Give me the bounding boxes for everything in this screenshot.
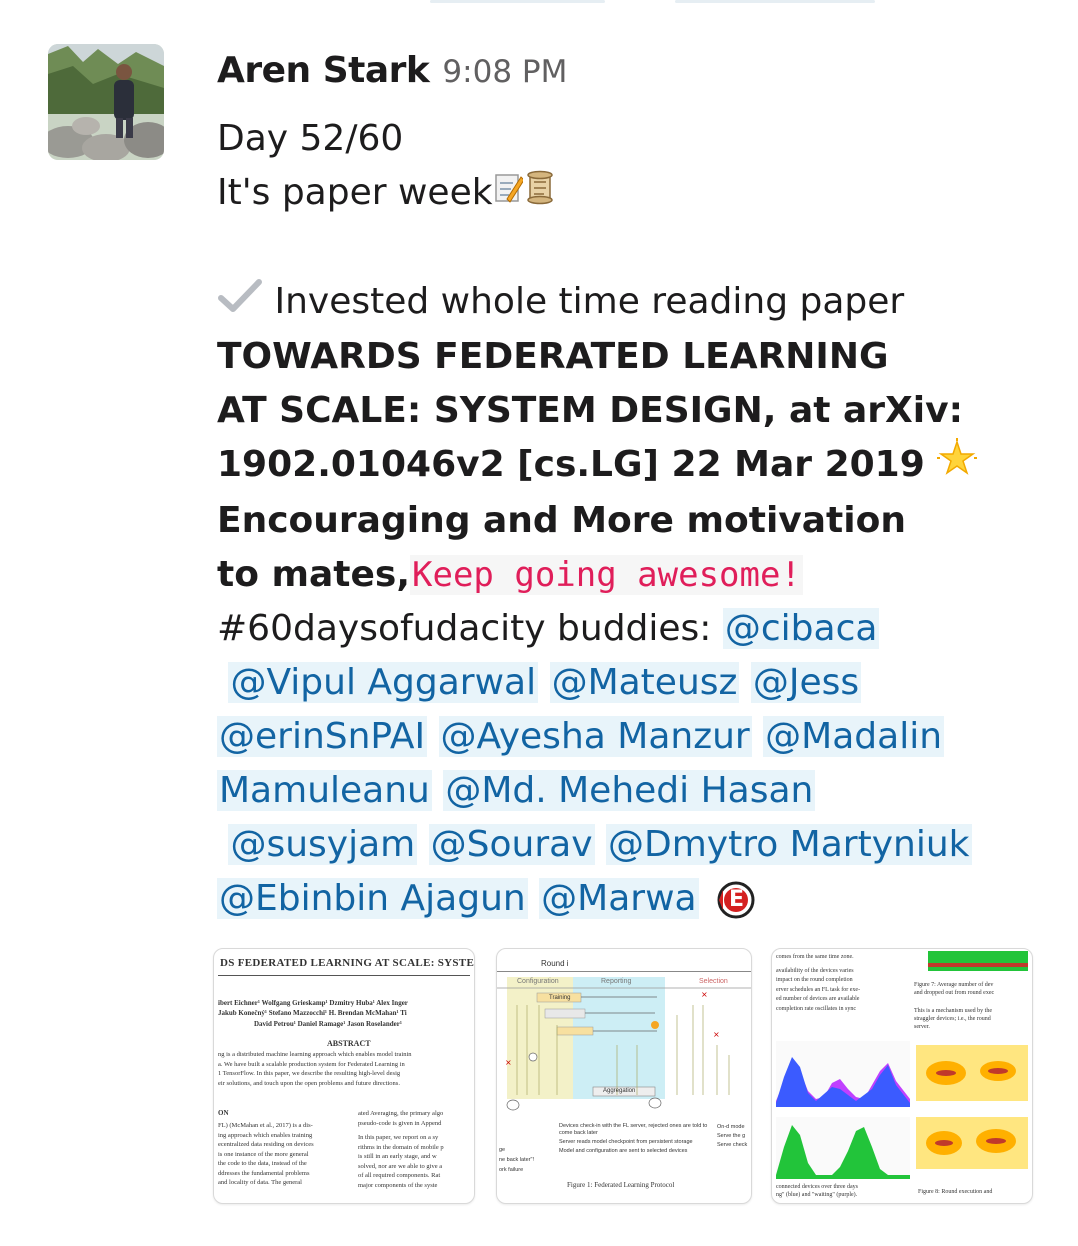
message-line: @Ebinbin Ajagun @Marwa E bbox=[217, 872, 1037, 926]
phase-label: Selection bbox=[699, 978, 728, 985]
user-mention[interactable]: @Vipul Aggarwal bbox=[228, 662, 539, 703]
figure-caption: connected devices over three days ng" (b… bbox=[776, 1184, 858, 1198]
user-mention[interactable]: Mamuleanu bbox=[217, 770, 432, 811]
heatmap-top bbox=[916, 1045, 1028, 1101]
training-label: Training bbox=[549, 995, 571, 1001]
user-mention[interactable]: @Marwa bbox=[539, 878, 699, 919]
inline-code: Keep going awesome! bbox=[410, 555, 803, 595]
check-mark-icon bbox=[217, 276, 263, 330]
user-mention[interactable]: @Jess bbox=[750, 662, 862, 703]
divider bbox=[218, 975, 470, 976]
message-line: Encouraging and More motivation bbox=[217, 500, 906, 541]
round-label: Round i bbox=[541, 959, 569, 968]
user-mention[interactable]: @erinSnPAI bbox=[217, 716, 428, 757]
message-body: Day 52/60 It's paper week Invested whole… bbox=[217, 112, 1037, 926]
user-mention[interactable]: @Mateusz bbox=[549, 662, 740, 703]
user-mention[interactable]: @Ebinbin Ajagun bbox=[217, 878, 528, 919]
page-text: comes from the same time zone. availabil… bbox=[776, 954, 861, 1012]
message-header: Aren Stark 9:08 PM bbox=[217, 50, 567, 100]
abstract-heading: ABSTRACT bbox=[327, 1039, 371, 1048]
divider bbox=[497, 971, 751, 972]
message-line: Invested whole time reading paper bbox=[217, 275, 1037, 330]
glowing-star-icon bbox=[937, 438, 978, 494]
message-text: 1902.01046v2 [cs.LG] 22 Mar 2019 bbox=[217, 444, 925, 485]
memo-icon bbox=[493, 167, 525, 221]
message-line: @erinSnPAI @Ayesha Manzur @Madalin bbox=[217, 710, 1037, 764]
protocol-diagram: × × × bbox=[497, 987, 751, 1111]
attachment-thumbnail[interactable]: comes from the same time zone. availabil… bbox=[771, 948, 1033, 1204]
message-line: @susyjam @Sourav @Dmytro Martyniuk bbox=[217, 818, 1037, 872]
user-mention[interactable]: @Dmytro Martyniuk bbox=[605, 824, 972, 865]
svg-text:×: × bbox=[701, 990, 708, 999]
previous-message-edge bbox=[0, 0, 1078, 6]
aggregation-label: Aggregation bbox=[603, 1088, 636, 1094]
custom-emoji-letter: E bbox=[729, 887, 745, 912]
phase-label: Reporting bbox=[601, 978, 632, 985]
custom-emoji-icon: E bbox=[710, 880, 756, 920]
avatar-photo bbox=[48, 44, 164, 160]
page-text: This is a mechanism used by the straggle… bbox=[914, 1008, 992, 1030]
message-line: to mates,Keep going awesome! bbox=[217, 548, 1037, 602]
diagram-legend: Devices check-in with the FL server, rej… bbox=[559, 1123, 708, 1154]
message-line: Mamuleanu @Md. Mehedi Hasan bbox=[217, 764, 1037, 818]
svg-text:×: × bbox=[505, 1058, 512, 1067]
message-text: to mates, bbox=[217, 554, 411, 595]
paper-title-line: TOWARDS FEDERATED LEARNING bbox=[217, 336, 889, 377]
user-mention[interactable]: @Madalin bbox=[763, 716, 945, 757]
device-count-chart-blue bbox=[776, 1041, 910, 1107]
avatar[interactable] bbox=[48, 44, 164, 160]
diagram-left-notes: ge ne back later"! ork failure bbox=[499, 1147, 534, 1173]
figure-caption: Figure 8: Round execution and bbox=[918, 1189, 993, 1195]
abstract-text: ng is a distributed machine learning app… bbox=[218, 1051, 412, 1087]
fig7-chart bbox=[928, 951, 1028, 971]
svg-text:×: × bbox=[713, 1030, 720, 1039]
figure-caption: Figure 7: Average number of dev and drop… bbox=[914, 982, 995, 996]
message-line: #60daysofudacity buddies: @cibaca bbox=[217, 602, 1037, 656]
attachment-thumbnail[interactable]: Round i Configuration Reporting Selectio… bbox=[496, 948, 752, 1204]
paper-title: DS FEDERATED LEARNING AT SCALE: SYSTE bbox=[220, 957, 475, 969]
body-column-right: ated Averaging, the primary algo pseudo-… bbox=[358, 1110, 444, 1189]
message-timestamp[interactable]: 9:08 PM bbox=[442, 54, 567, 90]
message-line: @Vipul Aggarwal @Mateusz @Jess bbox=[217, 656, 1037, 710]
body-column-left: FL) (McMahan et al., 2017) is a dis- ing… bbox=[218, 1122, 314, 1186]
hashtag-text[interactable]: #60daysofudacity buddies: bbox=[217, 608, 723, 649]
diagram-legend-right: On-d mode Serve the g Serve check bbox=[717, 1124, 748, 1148]
paper-authors: David Petrou¹ Daniel Ramage¹ Jason Rosel… bbox=[254, 1020, 402, 1028]
user-mention[interactable]: @Ayesha Manzur bbox=[438, 716, 752, 757]
author-name[interactable]: Aren Stark bbox=[217, 50, 430, 91]
paper-title-line: 1902.01046v2 [cs.LG] 22 Mar 2019 bbox=[217, 438, 1037, 494]
paper-title-line: AT SCALE: SYSTEM DESIGN, at arXiv: bbox=[217, 390, 963, 431]
message-line: Day 52/60 bbox=[217, 118, 404, 159]
attachment-thumbnail[interactable]: DS FEDERATED LEARNING AT SCALE: SYSTE ib… bbox=[213, 948, 475, 1204]
paper-authors: Jakub Konečný¹ Stefano Mazzocchi¹ H. Bre… bbox=[218, 1009, 407, 1017]
device-count-chart-green bbox=[776, 1117, 910, 1179]
message-line: It's paper week bbox=[217, 166, 1037, 221]
user-mention[interactable]: @susyjam bbox=[228, 824, 418, 865]
figure-caption: Figure 1: Federated Learning Protocol bbox=[567, 1181, 675, 1189]
phase-label: Configuration bbox=[517, 978, 559, 985]
message-text: It's paper week bbox=[217, 172, 493, 213]
user-mention[interactable]: @Sourav bbox=[428, 824, 595, 865]
message-text: Invested whole time reading paper bbox=[274, 281, 905, 322]
scroll-icon bbox=[523, 167, 557, 221]
heatmap-bottom bbox=[916, 1117, 1028, 1169]
section-heading: ON bbox=[218, 1109, 229, 1117]
user-mention[interactable]: @cibaca bbox=[722, 608, 880, 649]
user-mention[interactable]: @Md. Mehedi Hasan bbox=[443, 770, 816, 811]
paper-authors: ibert Eichner¹ Wolfgang Grieskamp¹ Dzmit… bbox=[218, 999, 408, 1007]
